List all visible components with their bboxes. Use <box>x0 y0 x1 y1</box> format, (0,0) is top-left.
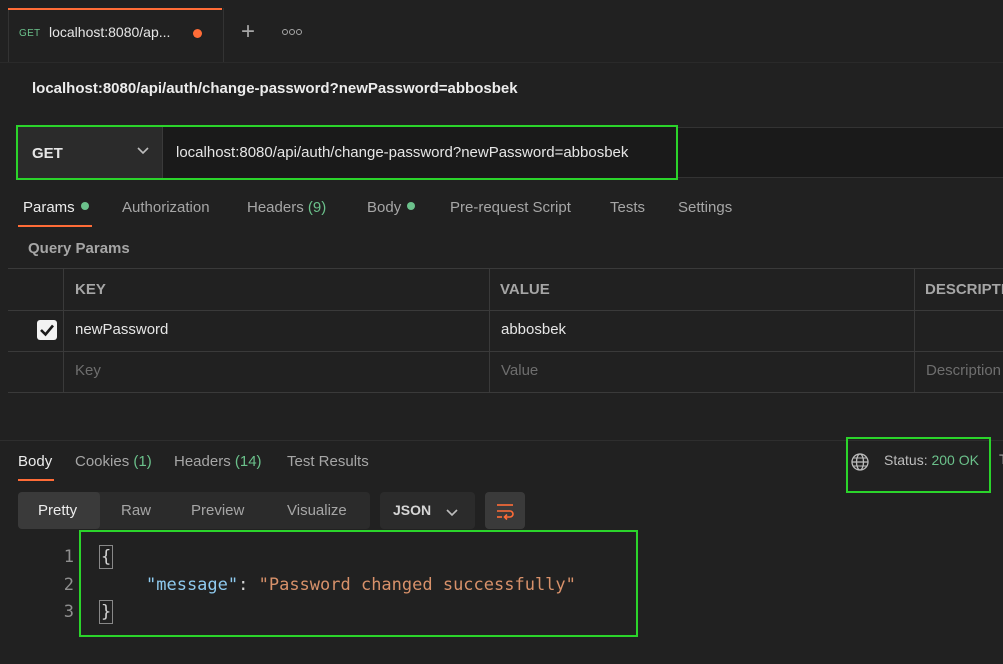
column-header-key: KEY <box>75 281 106 298</box>
response-headers-count: (14) <box>234 453 262 470</box>
table-border <box>8 310 1003 311</box>
response-status[interactable]: Status: 200 OK <box>884 452 979 468</box>
headers-count: (9) <box>307 199 327 216</box>
line-number: 3 <box>63 602 74 622</box>
plus-icon[interactable]: + <box>236 20 260 44</box>
response-tab-headers[interactable]: Headers (14) <box>174 453 262 470</box>
tab-tests[interactable]: Tests <box>610 199 645 216</box>
response-highlight-box <box>79 530 638 637</box>
tab-method-label: GET <box>19 28 41 39</box>
new-param-description-input[interactable]: Description <box>926 362 1001 379</box>
tab-headers[interactable]: Headers (9) <box>247 199 326 216</box>
tab-prerequest-script[interactable]: Pre-request Script <box>450 199 571 216</box>
mode-raw-button[interactable]: Raw <box>121 502 151 519</box>
active-dot-icon <box>80 202 89 210</box>
checkmark-icon <box>40 324 54 337</box>
tab-settings[interactable]: Settings <box>678 199 732 216</box>
table-border <box>8 268 1003 269</box>
url-input[interactable] <box>176 144 671 161</box>
active-tab-indicator <box>8 8 222 10</box>
table-border <box>8 392 1003 393</box>
method-label: GET <box>32 145 63 162</box>
param-key-cell[interactable]: newPassword <box>75 321 168 338</box>
response-time-truncated: T <box>999 451 1003 467</box>
globe-icon[interactable] <box>850 452 870 472</box>
table-divider <box>63 268 64 392</box>
response-body-tab-indicator <box>18 479 54 481</box>
active-dot-icon <box>407 202 416 210</box>
table-border <box>8 351 1003 352</box>
chevron-down-icon <box>137 147 149 155</box>
status-code: 200 OK <box>931 452 979 468</box>
mode-visualize-button[interactable]: Visualize <box>287 502 347 519</box>
postman-window: GET localhost:8080/ap... + localhost:808… <box>0 0 1003 664</box>
cookies-label: Cookies <box>75 453 130 470</box>
table-divider <box>489 268 490 392</box>
column-header-description: DESCRIPTI <box>925 281 1003 298</box>
table-divider <box>914 268 915 392</box>
new-param-value-input[interactable]: Value <box>501 362 538 379</box>
param-enabled-checkbox[interactable] <box>37 320 57 340</box>
url-bar-extension <box>678 127 1003 178</box>
query-params-heading: Query Params <box>28 240 130 257</box>
response-tab-test-results[interactable]: Test Results <box>287 453 369 470</box>
unsaved-dot-icon <box>193 29 202 38</box>
params-tab-indicator <box>18 225 92 227</box>
tab-body[interactable]: Body <box>367 199 416 216</box>
tab-authorization[interactable]: Authorization <box>122 199 210 216</box>
request-name[interactable]: localhost:8080/api/auth/change-password?… <box>32 80 518 97</box>
tab-headers-label: Headers <box>247 199 304 216</box>
wrap-lines-icon <box>497 504 514 521</box>
tab-params-label: Params <box>23 199 75 216</box>
chevron-down-icon <box>446 509 458 517</box>
line-number: 1 <box>63 547 74 567</box>
mode-pretty-button[interactable]: Pretty <box>38 502 77 519</box>
line-number: 2 <box>63 575 74 595</box>
tab-title: localhost:8080/ap... <box>49 24 171 40</box>
mode-preview-button[interactable]: Preview <box>191 502 244 519</box>
new-param-key-input[interactable]: Key <box>75 362 101 379</box>
param-value-cell[interactable]: abbosbek <box>501 321 566 338</box>
more-horizontal-icon[interactable] <box>282 22 303 40</box>
response-tab-body[interactable]: Body <box>18 453 52 470</box>
cookies-count: (1) <box>133 453 152 470</box>
response-tab-cookies[interactable]: Cookies (1) <box>75 453 152 470</box>
response-headers-label: Headers <box>174 453 231 470</box>
column-header-value: VALUE <box>500 281 550 298</box>
format-label: JSON <box>393 502 432 518</box>
status-label: Status: <box>884 452 928 468</box>
tab-params[interactable]: Params <box>23 199 89 216</box>
tab-body-label: Body <box>367 199 402 216</box>
